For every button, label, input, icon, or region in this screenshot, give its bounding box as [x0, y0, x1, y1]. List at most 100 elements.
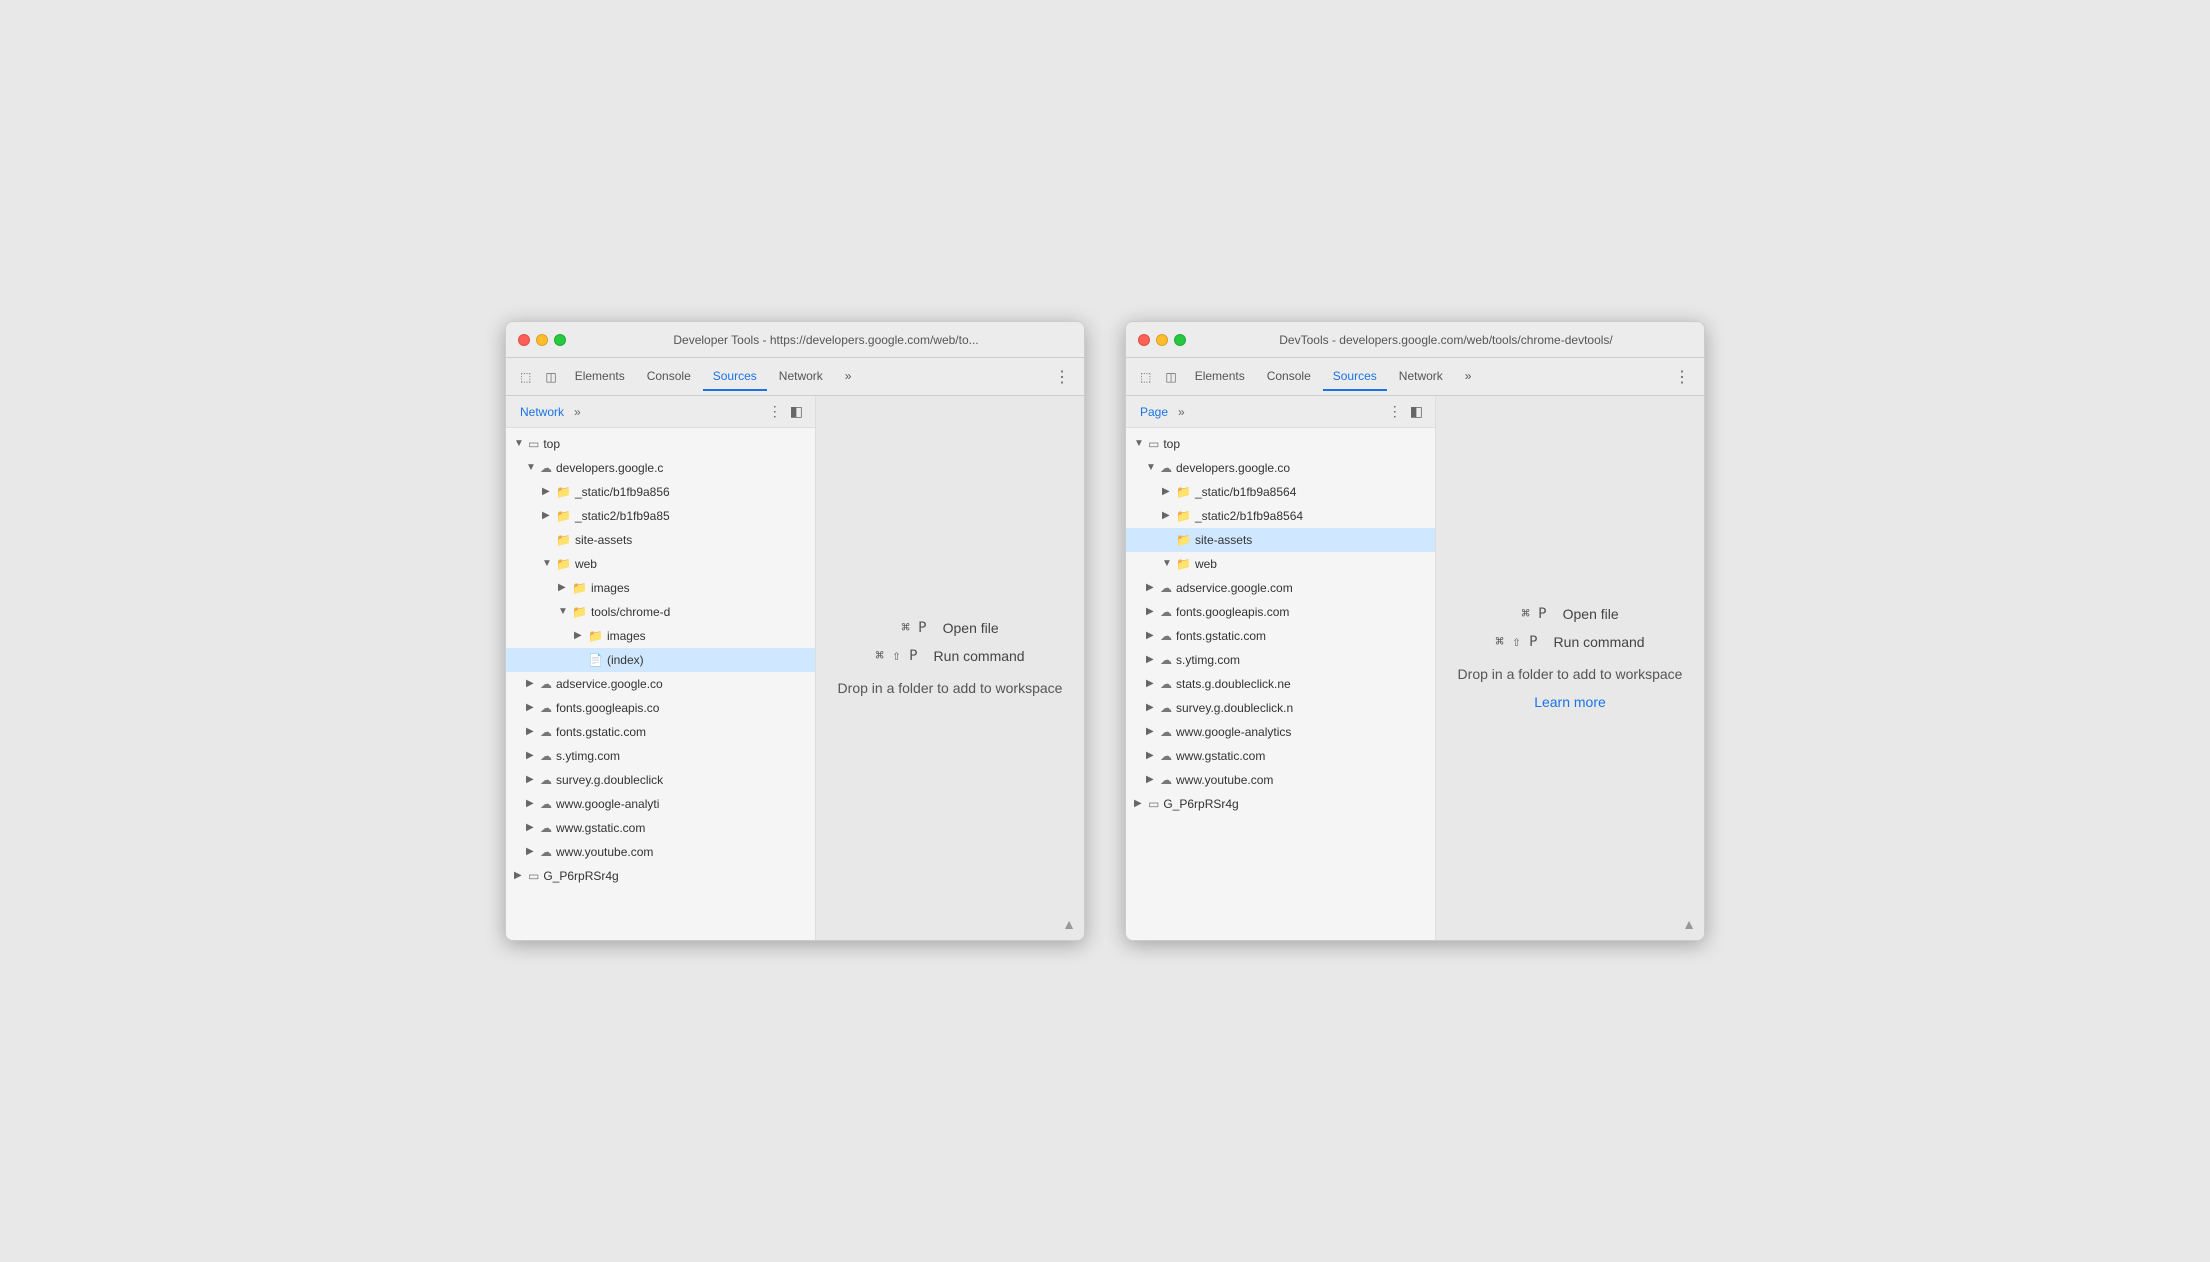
file-panel: Page » ⋮ ◧ ▼ ▭ top ▼ ☁ developers.google… — [1126, 396, 1436, 940]
panel-toolbar: Page » ⋮ ◧ — [1126, 396, 1435, 428]
close-button[interactable] — [518, 334, 530, 346]
scroll-indicator[interactable]: ▲ — [1682, 916, 1696, 932]
tree-item[interactable]: ▶ ☁ s.ytimg.com — [1126, 648, 1435, 672]
tree-item-label: stats.g.doubleclick.ne — [1176, 674, 1291, 694]
tree-item[interactable]: ▶ ☁ fonts.googleapis.com — [1126, 600, 1435, 624]
panel-more-button[interactable]: » — [570, 405, 585, 419]
learn-more-link[interactable]: Learn more — [1534, 694, 1606, 710]
tab-menu-button[interactable]: ⋮ — [1668, 363, 1696, 391]
tab-elements[interactable]: Elements — [565, 363, 635, 391]
tree-item[interactable]: ▶ 📁 _static/b1fb9a8564 — [1126, 480, 1435, 504]
tree-item[interactable]: ▶ ☁ www.gstatic.com — [1126, 744, 1435, 768]
folder-icon: 📁 — [556, 506, 571, 526]
tree-item[interactable]: ▶ 📁 _static2/b1fb9a85 — [506, 504, 815, 528]
tree-arrow: ▶ — [1146, 722, 1156, 742]
tree-item[interactable]: ▶ ▭ G_P6rpRSr4g — [1126, 792, 1435, 816]
tree-item[interactable]: 📁 site-assets — [506, 528, 815, 552]
tree-item[interactable]: ▼ 📁 web — [506, 552, 815, 576]
minimize-button[interactable] — [536, 334, 548, 346]
tree-item[interactable]: ▶ ☁ survey.g.doubleclick — [506, 768, 815, 792]
tree-item[interactable]: ▶ ☁ fonts.gstatic.com — [1126, 624, 1435, 648]
tree-item-label: www.gstatic.com — [1176, 746, 1265, 766]
tree-item-label: survey.g.doubleclick.n — [1176, 698, 1293, 718]
window-left: Developer Tools - https://developers.goo… — [505, 321, 1085, 941]
tree-item[interactable]: ▶ ☁ adservice.google.com — [1126, 576, 1435, 600]
open-file-label: Open file — [1563, 606, 1619, 622]
editor-panel: ⌘ P Open file ⌘ ⇧ P Run command Drop in … — [816, 396, 1084, 940]
tree-item[interactable]: ▶ ☁ s.ytimg.com — [506, 744, 815, 768]
window-right: DevTools - developers.google.com/web/too… — [1125, 321, 1705, 941]
file-panel: Network » ⋮ ◧ ▼ ▭ top ▼ ☁ developers.goo… — [506, 396, 816, 940]
panel-tab-label[interactable]: Network — [514, 403, 570, 421]
tree-item[interactable]: ▶ ☁ www.gstatic.com — [506, 816, 815, 840]
square-icon: ▭ — [528, 866, 539, 886]
tree-item[interactable]: ▼ ☁ developers.google.c — [506, 456, 815, 480]
cloud-icon: ☁ — [1160, 746, 1172, 766]
close-button[interactable] — [1138, 334, 1150, 346]
tree-arrow: ▶ — [558, 578, 568, 598]
panel-dots-button[interactable]: ⋮ — [764, 401, 786, 422]
panel-more-button[interactable]: » — [1174, 405, 1189, 419]
tree-item[interactable]: ▶ ☁ www.youtube.com — [506, 840, 815, 864]
tree-item[interactable]: 📁 site-assets — [1126, 528, 1435, 552]
tree-item[interactable]: ▶ ☁ fonts.gstatic.com — [506, 720, 815, 744]
editor-commands: ⌘ P Open file ⌘ ⇧ P Run command Drop in … — [1458, 606, 1683, 710]
tree-item[interactable]: ▶ ☁ www.google-analyti — [506, 792, 815, 816]
tree-item[interactable]: ▼ ▭ top — [1126, 432, 1435, 456]
tree-item[interactable]: ▶ ☁ fonts.googleapis.co — [506, 696, 815, 720]
folder-icon: 📁 — [556, 482, 571, 502]
devtools-arrow-icon[interactable]: ⬚ — [1134, 366, 1157, 388]
tab-network[interactable]: Network — [769, 363, 833, 391]
panel-tab-label[interactable]: Page — [1134, 403, 1174, 421]
tree-item[interactable]: ▼ ▭ top — [506, 432, 815, 456]
drop-folder-label: Drop in a folder to add to workspace — [838, 680, 1063, 696]
maximize-button[interactable] — [1174, 334, 1186, 346]
open-file-shortcut: ⌘ P — [1521, 606, 1546, 622]
tab-sources[interactable]: Sources — [1323, 363, 1387, 391]
drop-folder-label: Drop in a folder to add to workspace — [1458, 666, 1683, 682]
tab-network[interactable]: Network — [1389, 363, 1453, 391]
tree-item[interactable]: ▼ 📁 web — [1126, 552, 1435, 576]
tab-elements[interactable]: Elements — [1185, 363, 1255, 391]
editor-panel: ⌘ P Open file ⌘ ⇧ P Run command Drop in … — [1436, 396, 1704, 940]
tree-item[interactable]: ▶ 📁 _static2/b1fb9a8564 — [1126, 504, 1435, 528]
window-title: DevTools - developers.google.com/web/too… — [1200, 333, 1692, 347]
tab-console[interactable]: Console — [1257, 363, 1321, 391]
devtools-arrow-icon[interactable]: ⬚ — [514, 366, 537, 388]
tree-item[interactable]: 📄 (index) — [506, 648, 815, 672]
tree-item-label: tools/chrome-d — [591, 602, 670, 622]
editor-commands: ⌘ P Open file ⌘ ⇧ P Run command Drop in … — [838, 620, 1063, 696]
tree-item[interactable]: ▶ 📁 images — [506, 624, 815, 648]
tree-item[interactable]: ▼ ☁ developers.google.co — [1126, 456, 1435, 480]
tree-item[interactable]: ▶ ☁ www.youtube.com — [1126, 768, 1435, 792]
tree-arrow: ▶ — [526, 722, 536, 742]
tree-item[interactable]: ▶ ▭ G_P6rpRSr4g — [506, 864, 815, 888]
tree-arrow: ▶ — [526, 770, 536, 790]
tree-item[interactable]: ▼ 📁 tools/chrome-d — [506, 600, 815, 624]
tab-menu-button[interactable]: ⋮ — [1048, 363, 1076, 391]
panel-action-button[interactable]: ◧ — [1406, 401, 1427, 422]
tree-item-label: _static2/b1fb9a8564 — [1195, 506, 1303, 526]
tab-»[interactable]: » — [1455, 363, 1482, 391]
scroll-indicator[interactable]: ▲ — [1062, 916, 1076, 932]
tree-item[interactable]: ▶ ☁ survey.g.doubleclick.n — [1126, 696, 1435, 720]
tree-item-label: developers.google.c — [556, 458, 663, 478]
tree-item[interactable]: ▶ ☁ stats.g.doubleclick.ne — [1126, 672, 1435, 696]
panel-action-button[interactable]: ◧ — [786, 401, 807, 422]
devtools-layout-icon[interactable]: ◫ — [539, 366, 562, 388]
tree-item[interactable]: ▶ 📁 _static/b1fb9a856 — [506, 480, 815, 504]
cloud-icon: ☁ — [540, 722, 552, 742]
devtools-layout-icon[interactable]: ◫ — [1159, 366, 1182, 388]
panel-dots-button[interactable]: ⋮ — [1384, 401, 1406, 422]
cloud-icon: ☁ — [540, 674, 552, 694]
minimize-button[interactable] — [1156, 334, 1168, 346]
tab-sources[interactable]: Sources — [703, 363, 767, 391]
tree-item[interactable]: ▶ ☁ adservice.google.co — [506, 672, 815, 696]
tab-»[interactable]: » — [835, 363, 862, 391]
maximize-button[interactable] — [554, 334, 566, 346]
tree-item-label: www.google-analyti — [556, 794, 659, 814]
tree-item[interactable]: ▶ 📁 images — [506, 576, 815, 600]
tree-item[interactable]: ▶ ☁ www.google-analytics — [1126, 720, 1435, 744]
tab-console[interactable]: Console — [637, 363, 701, 391]
tree-arrow: ▶ — [1146, 650, 1156, 670]
